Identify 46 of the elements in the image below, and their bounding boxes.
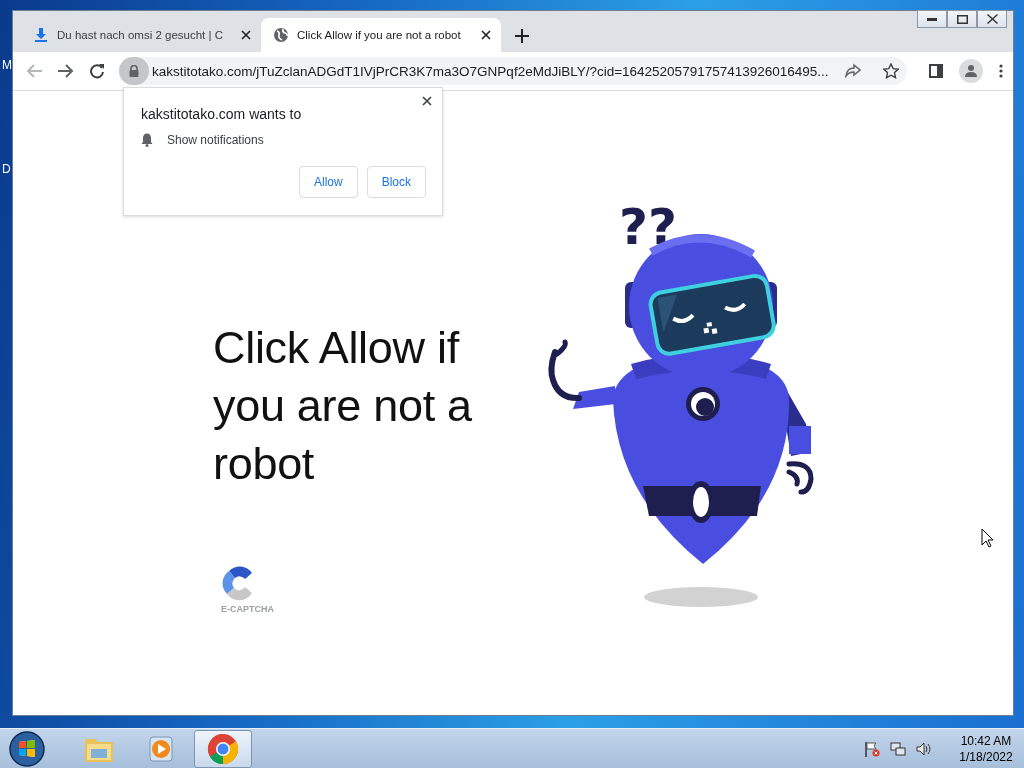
maximize-button[interactable] [947, 10, 977, 28]
download-icon [33, 27, 49, 43]
close-icon [986, 14, 998, 24]
close-icon[interactable] [241, 30, 251, 40]
close-icon[interactable] [481, 30, 491, 40]
url-text: kakstitotako.com/jTuZclanADGdT1IVjPrCR3K7ma3O7GNPqf2eMdJiBLY/?cid=16425205791757413926016495... [152, 63, 830, 79]
captcha-caption: E-CAPTCHA [221, 604, 274, 614]
bell-icon [141, 133, 153, 147]
minimize-icon [927, 17, 937, 21]
close-button[interactable] [977, 10, 1007, 28]
start-button[interactable] [8, 729, 46, 768]
desktop-icon-label[interactable]: D [2, 162, 11, 176]
popup-title: kakstitotako.com wants to [141, 106, 303, 122]
media-player-icon [146, 733, 176, 764]
browser-tab[interactable]: Du hast nach omsi 2 gesucht | C [21, 18, 261, 52]
network-icon[interactable] [890, 740, 906, 757]
clock-date[interactable]: 1/18/2022 [959, 749, 1013, 764]
star-icon[interactable] [883, 63, 899, 79]
permission-label: Show notifications [167, 133, 264, 147]
new-tab-icon[interactable] [515, 28, 529, 43]
share-icon[interactable] [845, 63, 861, 79]
browser-tab[interactable]: Click Allow if you are not a robot [261, 18, 501, 52]
chrome-icon [207, 732, 239, 765]
flag-icon[interactable] [864, 740, 880, 757]
profile-avatar[interactable] [959, 59, 983, 83]
close-icon[interactable] [422, 96, 432, 106]
address-bar[interactable]: kakstitotako.com/jTuZclanADGdT1IVjPrCR3K7ma3O7GNPqf2eMdJiBLY/?cid=16425205791757413926016495... [119, 57, 907, 85]
desktop-icon-label[interactable]: M [2, 58, 12, 72]
side-panel-icon[interactable] [929, 64, 943, 78]
permission-button[interactable]: Allow [298, 166, 358, 198]
tab-title: Du hast nach omsi 2 gesucht | C [57, 29, 224, 41]
reload-icon[interactable] [89, 63, 105, 79]
forward-icon[interactable] [57, 63, 75, 79]
permission-button[interactable]: Block [366, 166, 426, 198]
clock-time[interactable]: 10:42 AM [960, 733, 1012, 748]
globe-icon [273, 27, 289, 43]
speaker-icon[interactable] [916, 740, 932, 757]
minimize-button[interactable] [917, 10, 947, 28]
taskbar-button[interactable] [194, 729, 252, 768]
menu-icon[interactable] [999, 64, 1003, 78]
lock-icon[interactable] [129, 65, 139, 77]
headline: Click Allow if you are not a robot [213, 321, 473, 491]
mouse-cursor-icon [981, 528, 995, 548]
question-marks: ?? [619, 198, 677, 256]
maximize-icon [956, 14, 968, 24]
tab-title: Click Allow if you are not a robot [297, 29, 462, 41]
